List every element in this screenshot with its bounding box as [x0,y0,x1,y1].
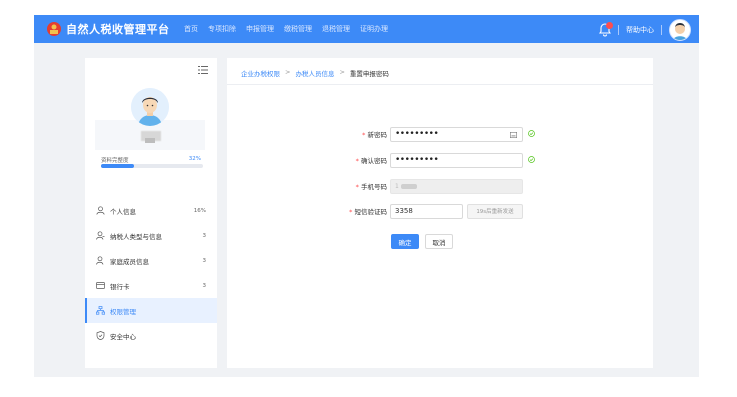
confirm-password-input[interactable]: ••••••••• [390,152,523,168]
nav-home[interactable]: 首页 [184,24,198,34]
sidebar-item-label: 安全中心 [110,332,136,341]
completeness-progress [101,164,203,168]
nav-declaration[interactable]: 申报管理 [246,24,274,34]
confirm-password-label-text: 确认密码 [361,157,387,165]
phone-input: 1 [390,178,523,194]
sidebar-item-label: 纳税人类型与信息 [110,232,162,241]
sms-code-label-text: 短信验证码 [354,208,388,216]
main-panel: 企业办税权限 > 办税人员信息 > 重置申报密码 * 新密码 •••••••••… [227,58,653,368]
user-avatar[interactable] [669,19,691,41]
new-password-label-text: 新密码 [367,131,388,139]
completeness-percent: 32% [188,156,201,162]
confirm-password-value: ••••••••• [395,155,439,165]
new-password-value: ••••••••• [395,129,439,139]
completeness-progress-fill [101,164,134,168]
brand-title: 自然人税收管理平台 [66,23,170,36]
sms-code-label: * 短信验证码 [227,206,387,216]
header-divider [618,25,619,35]
completeness-label: 资料完整度 [101,158,129,164]
nav-certificate[interactable]: 证明办理 [360,24,388,34]
sms-code-input[interactable]: 3358 [390,203,463,219]
breadcrumb-link-staff-info[interactable]: 办税人员信息 [295,68,334,78]
breadcrumb-divider [227,84,653,85]
family-icon [96,256,104,265]
user-tag-icon [96,231,105,240]
menu-list-icon[interactable] [198,66,208,74]
main-nav: 首页 专项扣除 申报管理 缴税管理 退税管理 证明办理 [184,24,388,34]
header-right: 帮助中心 [598,19,691,41]
top-header: 自然人税收管理平台 首页 专项扣除 申报管理 缴税管理 退税管理 证明办理 帮助… [34,15,699,43]
breadcrumb-separator: > [285,68,291,76]
sidebar-item-label: 家庭成员信息 [110,257,149,266]
profile-avatar[interactable] [131,88,169,126]
phone-label: * 手机号码 [227,181,387,191]
confirm-button[interactable]: 确定 [391,234,419,249]
user-icon [96,206,105,215]
sidebar-item-permission-management[interactable]: 权限管理 [85,298,217,323]
help-center-link[interactable]: 帮助中心 [626,25,654,35]
breadcrumb: 企业办税权限 > 办税人员信息 > 重置申报密码 [241,68,389,78]
nav-tax-refund[interactable]: 退税管理 [322,24,350,34]
confirm-password-label: * 确认密码 [227,155,387,165]
app-window: 自然人税收管理平台 首页 专项扣除 申报管理 缴税管理 退税管理 证明办理 帮助… [34,15,699,377]
notification-badge [606,22,613,29]
sidebar-item-count: 3 [202,282,207,289]
sidebar-item-label: 个人信息 [110,207,136,216]
sidebar-item-bank-card[interactable]: 银行卡 3 [85,273,217,298]
cancel-button[interactable]: 取消 [425,234,453,249]
sidebar-item-taxpayer-type[interactable]: 纳税人类型与信息 3 [85,223,217,248]
new-password-label: * 新密码 [227,129,387,139]
nav-special-deduction[interactable]: 专项扣除 [208,24,236,34]
breadcrumb-link-enterprise-permission[interactable]: 企业办税权限 [241,68,280,78]
bank-card-icon [96,282,105,289]
sidebar-item-security-center[interactable]: 安全中心 [85,323,217,348]
phone-masked [400,183,417,189]
breadcrumb-separator: > [339,68,345,76]
tax-emblem-icon [47,22,61,36]
org-chart-icon [96,306,105,315]
sidebar-item-label: 银行卡 [110,282,130,291]
sidebar-item-count: 3 [202,257,207,264]
check-circle-icon [528,156,535,163]
breadcrumb-current: 重置申报密码 [349,70,389,78]
sms-code-value: 3358 [395,207,413,215]
sidebar-item-count: 3 [202,232,207,239]
profile-sidebar: 资料完整度 32% 个人信息 16% 纳税人类型与信息 3 家庭成员信息 3 银… [85,58,217,368]
check-circle-icon [528,130,535,137]
keyboard-icon[interactable] [510,131,517,138]
notification-bell-icon[interactable] [598,22,613,37]
sidebar-item-family-members[interactable]: 家庭成员信息 3 [85,248,217,273]
phone-value: 1 [395,182,399,190]
sidebar-item-count: 16% [193,207,206,214]
header-divider [661,25,662,35]
sidebar-item-personal-info[interactable]: 个人信息 16% [85,198,217,223]
nav-tax-payment[interactable]: 缴税管理 [284,24,312,34]
resend-sms-button[interactable]: 19s后重新发送 [467,203,523,219]
user-id-masked [145,138,155,143]
sidebar-item-label: 权限管理 [110,307,136,316]
shield-icon [96,331,105,340]
phone-label-text: 手机号码 [361,183,387,191]
sidebar-menu: 个人信息 16% 纳税人类型与信息 3 家庭成员信息 3 银行卡 3 权限管理 [85,198,217,348]
new-password-input[interactable]: ••••••••• [390,126,523,142]
